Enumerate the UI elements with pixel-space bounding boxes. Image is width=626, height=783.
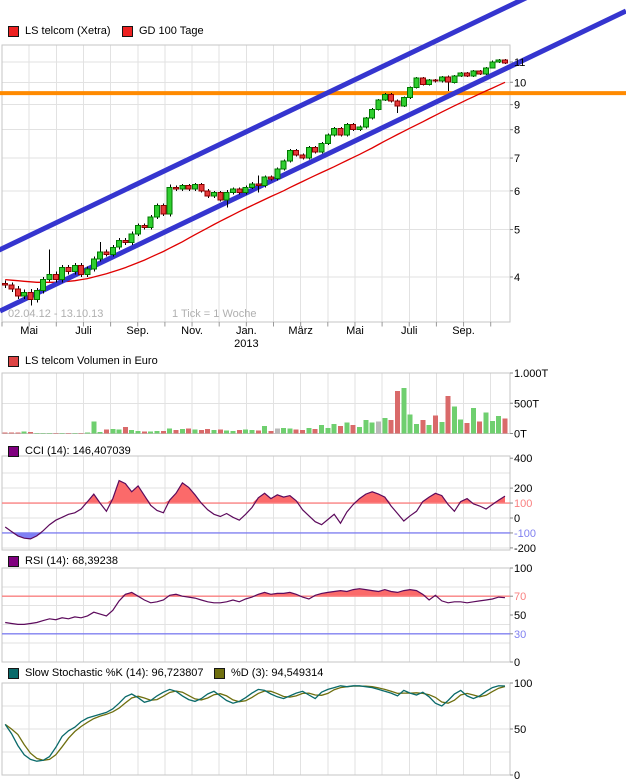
svg-text:Mai: Mai: [346, 325, 364, 337]
series-label: Slow Stochastic %K (14): 96,723807: [25, 668, 204, 679]
svg-text:10: 10: [514, 77, 526, 89]
volume-axis-labels: 1.000T 500T 0T: [510, 368, 549, 441]
legend-rsi: RSI (14): 68,39238: [8, 556, 118, 567]
svg-text:0: 0: [514, 657, 520, 669]
gd100-line: [5, 82, 505, 282]
candles-group: [3, 59, 508, 305]
svg-text:März: März: [288, 325, 312, 337]
svg-text:8: 8: [514, 125, 520, 137]
series-swatch-icon: [8, 446, 19, 457]
svg-text:4: 4: [514, 272, 520, 284]
series-label: CCI (14): 146,407039: [25, 446, 131, 457]
legend-stoch-k: Slow Stochastic %K (14): 96,723807: [8, 668, 204, 679]
svg-text:11: 11: [514, 57, 525, 69]
legend-volume: LS telcom Volumen in Euro: [8, 356, 158, 367]
svg-text:100: 100: [514, 563, 532, 575]
svg-text:0T: 0T: [514, 429, 527, 441]
svg-text:6: 6: [514, 186, 520, 198]
series-swatch-icon: [8, 556, 19, 567]
series-label: GD 100 Tage: [139, 26, 204, 37]
series-label: RSI (14): 68,39238: [25, 556, 118, 567]
svg-text:50: 50: [514, 610, 526, 622]
legend-cci: CCI (14): 146,407039: [8, 446, 131, 457]
svg-text:9: 9: [514, 100, 520, 112]
svg-text:Juli: Juli: [75, 325, 92, 337]
svg-text:Sep.: Sep.: [126, 325, 149, 337]
stochastic-lines: [5, 686, 505, 761]
svg-text:Juli: Juli: [401, 325, 418, 337]
panel-grids: [2, 45, 510, 775]
svg-text:30: 30: [514, 629, 526, 641]
svg-text:70: 70: [514, 591, 526, 603]
trend-channel-upper: [0, 0, 626, 252]
svg-text:100: 100: [514, 678, 532, 690]
svg-text:400: 400: [514, 453, 532, 465]
volume-bars: [3, 388, 508, 433]
svg-text:0: 0: [514, 513, 520, 525]
series-swatch-icon: [8, 26, 19, 37]
series-swatch-icon: [8, 356, 19, 367]
svg-text:Sep.: Sep.: [452, 325, 475, 337]
svg-text:7: 7: [514, 153, 520, 165]
rsi-line: [2, 589, 510, 634]
tick-note-label: 1 Tick = 1 Woche: [172, 308, 256, 320]
cci-axis-labels: 400 200 100 0 -100 -200: [510, 453, 536, 555]
series-label: LS telcom Volumen in Euro: [25, 356, 158, 367]
date-range-label: 02.04.12 - 13.10.13: [8, 308, 103, 320]
main-axis-labels: 11 10 9 8 7 6 5 4 Mai Juli Sep. Nov. Jan. März Mai Juli…: [2, 57, 526, 350]
svg-text:-100: -100: [514, 528, 536, 540]
svg-text:Mai: Mai: [20, 325, 38, 337]
legend-main-series: LS telcom (Xetra): [8, 26, 111, 37]
stock-chart-canvas: 11 10 9 8 7 6 5 4 Mai Juli Sep. Nov. Jan. März Mai Juli…: [0, 0, 626, 783]
svg-text:0: 0: [514, 770, 520, 782]
legend-stoch-d: %D (3): 94,549314: [214, 668, 323, 679]
legend-gd100: GD 100 Tage: [122, 26, 204, 37]
svg-text:Jan.: Jan.: [236, 325, 257, 337]
svg-text:50: 50: [514, 724, 526, 736]
svg-text:500T: 500T: [514, 398, 539, 410]
svg-text:2013: 2013: [234, 338, 258, 350]
svg-text:200: 200: [514, 483, 532, 495]
cci-line: [2, 481, 510, 539]
svg-text:1.000T: 1.000T: [514, 368, 549, 380]
series-label: LS telcom (Xetra): [25, 26, 111, 37]
rsi-axis-labels: 100 70 50 30 0: [510, 563, 532, 669]
svg-text:Nov.: Nov.: [181, 325, 203, 337]
stock-chart-page: LS telcom (Xetra) GD 100 Tage LS telcom …: [0, 0, 626, 783]
svg-text:-200: -200: [514, 543, 536, 555]
series-swatch-icon: [8, 668, 19, 679]
svg-text:5: 5: [514, 225, 520, 237]
series-label: %D (3): 94,549314: [231, 668, 323, 679]
stoch-k-line: [5, 686, 505, 761]
stochastic-axis-labels: 100 50 0: [510, 678, 532, 782]
series-swatch-icon: [122, 26, 133, 37]
series-swatch-icon: [214, 668, 225, 679]
svg-text:100: 100: [514, 498, 532, 510]
